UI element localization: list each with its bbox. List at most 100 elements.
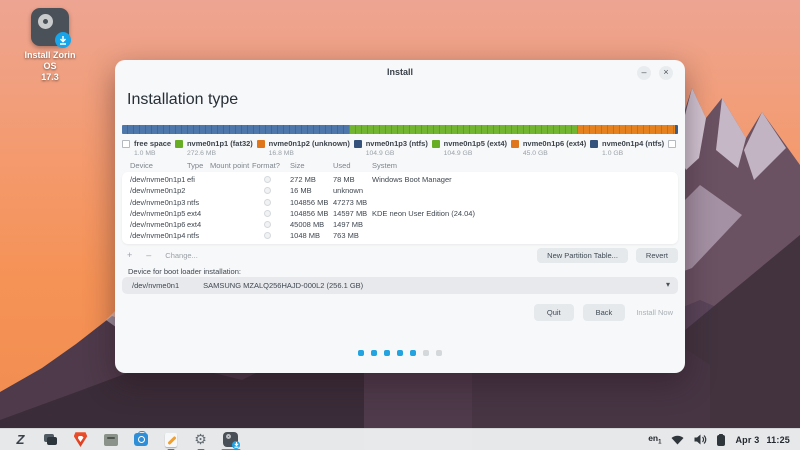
clock[interactable]: Apr 3 11:25 xyxy=(735,435,790,445)
format-checkbox[interactable] xyxy=(264,221,271,228)
taskbar-text-editor[interactable] xyxy=(162,431,179,448)
format-checkbox[interactable] xyxy=(264,232,271,239)
partition-table: /dev/nvme0n1p1efi 272 MB78 MBWindows Boo… xyxy=(122,172,678,244)
format-checkbox[interactable] xyxy=(264,176,271,183)
legend-swatch-icon xyxy=(590,140,598,148)
col-size[interactable]: Size xyxy=(290,161,305,170)
partition-segment-nvme0n1p3 xyxy=(122,125,349,134)
progress-dot-done xyxy=(397,350,403,356)
add-partition-button[interactable]: + xyxy=(127,250,132,260)
table-row[interactable]: /dev/nvme0n1p4ntfs 1048 MB763 MB xyxy=(122,230,678,241)
table-row[interactable]: /dev/nvme0n1p5ext4 104856 MB14597 MBKDE … xyxy=(122,208,678,219)
partition-bar xyxy=(122,125,678,134)
titlebar[interactable]: Install – × xyxy=(115,60,685,82)
zorin-ring-icon xyxy=(38,14,53,29)
table-row[interactable]: /dev/nvme0n1p2 16 MBunknown xyxy=(122,185,678,196)
bootloader-label: Device for boot loader installation: xyxy=(128,267,241,276)
table-row[interactable]: /dev/nvme0n1p3ntfs 104856 MB47273 MB xyxy=(122,197,678,208)
taskbar: Z ⚙ xyxy=(0,428,800,450)
new-partition-table-button[interactable]: New Partition Table... xyxy=(537,248,628,263)
legend-swatch-icon xyxy=(122,140,130,148)
volume-icon[interactable] xyxy=(694,434,707,445)
text-editor-icon xyxy=(165,433,177,447)
format-checkbox[interactable] xyxy=(264,199,271,206)
taskbar-software-store[interactable] xyxy=(132,431,149,448)
wifi-icon[interactable] xyxy=(671,434,684,445)
table-header: Device Type Mount point Format? Size Use… xyxy=(122,161,678,171)
legend-item: nvme0n1p1 (fat32)272.6 MB xyxy=(175,139,253,158)
legend-swatch-icon xyxy=(354,140,362,148)
legend-swatch-icon xyxy=(511,140,519,148)
bootloader-model: SAMSUNG MZALQ256HAJD-000L2 (256.1 GB) xyxy=(203,281,363,290)
progress-dot-pending xyxy=(436,350,442,356)
remove-partition-button[interactable]: – xyxy=(146,250,151,260)
revert-button[interactable]: Revert xyxy=(636,248,678,263)
format-checkbox[interactable] xyxy=(264,187,271,194)
brave-browser-icon xyxy=(74,432,88,447)
table-row[interactable]: /dev/nvme0n1p1efi 272 MB78 MBWindows Boo… xyxy=(122,174,678,185)
partition-segment-nvme0n1p5 xyxy=(349,125,576,134)
close-button[interactable]: × xyxy=(659,66,673,80)
download-badge-icon xyxy=(232,441,240,449)
partition-segment-nvme0n1p6 xyxy=(577,125,675,134)
col-type[interactable]: Type xyxy=(187,161,203,170)
taskbar-zorin-menu[interactable]: Z xyxy=(12,431,29,448)
desktop-icon-label: Install Zorin OS 17.3 xyxy=(18,50,82,83)
legend-item xyxy=(668,139,680,158)
software-store-icon xyxy=(134,433,148,446)
taskbar-file-manager[interactable] xyxy=(102,431,119,448)
bootloader-device: /dev/nvme0n1 xyxy=(132,281,179,290)
window-title: Install xyxy=(115,67,685,77)
legend-item: nvme0n1p6 (ext4)45.0 GB xyxy=(511,139,586,158)
legend-item: nvme0n1p4 (ntfs)1.0 GB xyxy=(590,139,664,158)
col-mount-point[interactable]: Mount point xyxy=(210,161,249,170)
taskbar-window-switcher[interactable] xyxy=(42,431,59,448)
date-label: Apr 3 xyxy=(735,435,759,445)
bootloader-device-select[interactable]: /dev/nvme0n1 SAMSUNG MZALQ256HAJD-000L2 … xyxy=(122,277,678,294)
legend-item: nvme0n1p5 (ext4)104.9 GB xyxy=(432,139,507,158)
col-device[interactable]: Device xyxy=(130,161,153,170)
install-now-button[interactable]: Install Now xyxy=(634,303,675,322)
col-format[interactable]: Format? xyxy=(252,161,280,170)
desktop-icon-install-zorin[interactable]: Install Zorin OS 17.3 xyxy=(18,8,82,83)
partition-segment-nvme0n1p4 xyxy=(675,125,678,134)
zorin-logo-icon: Z xyxy=(17,432,25,447)
legend-swatch-icon xyxy=(257,140,265,148)
col-system[interactable]: System xyxy=(372,161,397,170)
page-title: Installation type xyxy=(127,91,238,109)
progress-dot-done xyxy=(371,350,377,356)
taskbar-brave-browser[interactable] xyxy=(72,431,89,448)
partition-legend: free space1.0 MB nvme0n1p1 (fat32)272.6 … xyxy=(122,139,680,158)
legend-item: free space1.0 MB xyxy=(122,139,171,158)
back-button[interactable]: Back xyxy=(583,304,626,321)
file-manager-icon xyxy=(104,434,118,446)
legend-item: nvme0n1p2 (unknown)16.8 MB xyxy=(257,139,350,158)
progress-dot-done xyxy=(384,350,390,356)
quit-button[interactable]: Quit xyxy=(534,304,574,321)
format-checkbox[interactable] xyxy=(264,210,271,217)
taskbar-zorin-installer[interactable] xyxy=(222,431,239,448)
legend-swatch-icon xyxy=(432,140,440,148)
chevron-down-icon: ▾ xyxy=(666,280,670,289)
progress-dot-done xyxy=(358,350,364,356)
progress-dot-pending xyxy=(423,350,429,356)
gear-icon: ⚙ xyxy=(194,432,207,447)
installer-window: Install – × Installation type free space… xyxy=(115,60,685,373)
change-partition-button[interactable]: Change... xyxy=(165,250,198,260)
installer-app-icon xyxy=(31,8,69,46)
taskbar-settings[interactable]: ⚙ xyxy=(192,431,209,448)
time-label: 11:25 xyxy=(766,435,790,445)
battery-icon[interactable] xyxy=(717,434,725,446)
minimize-button[interactable]: – xyxy=(637,66,651,80)
table-row[interactable]: /dev/nvme0n1p6ext4 45008 MB1497 MB xyxy=(122,219,678,230)
col-used[interactable]: Used xyxy=(333,161,351,170)
window-switcher-icon xyxy=(44,434,57,445)
installer-icon xyxy=(223,432,238,447)
wizard-progress-dots xyxy=(115,350,685,356)
legend-swatch-icon xyxy=(175,140,183,148)
keyboard-layout-indicator[interactable]: en1 xyxy=(648,433,661,446)
legend-item: nvme0n1p3 (ntfs)104.9 GB xyxy=(354,139,428,158)
progress-dot-done xyxy=(410,350,416,356)
legend-swatch-icon xyxy=(668,140,676,148)
download-badge-icon xyxy=(55,32,71,48)
